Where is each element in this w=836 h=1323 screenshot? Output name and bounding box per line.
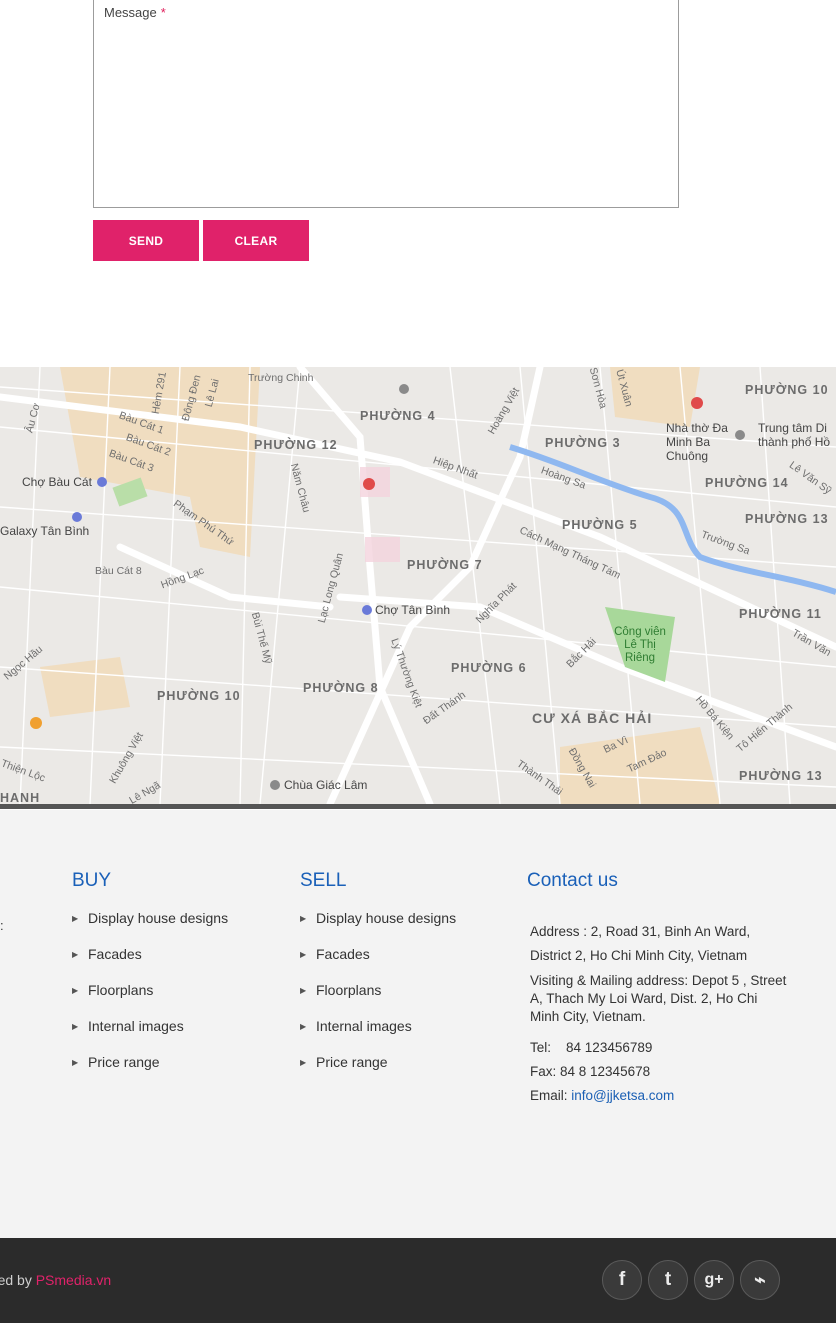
credit-text: gned by (0, 1272, 32, 1288)
email-link[interactable]: info@jjketsa.com (571, 1088, 674, 1103)
bullet-icon: ▶ (300, 950, 307, 959)
psmedia-link[interactable]: PSmedia.vn (36, 1272, 111, 1288)
sell-link[interactable]: ▶ Internal images (300, 1018, 456, 1054)
map-district-label: PHƯỜNG 10 (157, 689, 241, 703)
sell-link-label[interactable]: Facades (316, 946, 370, 962)
required-mark: * (160, 5, 166, 20)
bullet-icon: ▶ (72, 1058, 79, 1067)
tel-value: 84 123456789 (566, 1040, 653, 1055)
email-label: Email: (530, 1088, 568, 1103)
contact-tel: Tel: 84 123456789 (530, 1036, 790, 1060)
map-district-label: PHƯỜNG 8 (303, 681, 379, 695)
map-street-label: Bàu Cát 8 (95, 565, 142, 577)
sell-link[interactable]: ▶ Display house designs (300, 910, 456, 946)
sell-links: ▶ Display house designs ▶ Facades ▶ Floorpl… (300, 910, 456, 1090)
buy-link-label[interactable]: Floorplans (88, 982, 153, 998)
map-district-label: PHƯỜNG 13 (739, 769, 823, 783)
map-district-label: HANH (0, 791, 41, 804)
map-district-label: PHƯỜNG 14 (705, 476, 789, 490)
bullet-icon: ▶ (72, 1022, 79, 1031)
park-label[interactable]: Công viên Lê Thị Riêng (612, 626, 668, 665)
bullet-icon: ▶ (72, 950, 79, 959)
buy-link-label[interactable]: Facades (88, 946, 142, 962)
google-plus-icon[interactable]: g+ (694, 1260, 734, 1300)
send-button[interactable]: SEND (93, 220, 199, 261)
sell-link-label[interactable]: Internal images (316, 1018, 412, 1034)
sell-link-label[interactable]: Display house designs (316, 910, 456, 926)
contact-info: Address : 2, Road 31, Binh An Ward, Dist… (530, 920, 790, 1108)
contact-page: Message * SEND CLEAR PHƯỜNG 4 PHƯỜNG 12 … (0, 0, 836, 1323)
map-poi-label[interactable]: Nhà thờ Đa Minh Ba Chuông (666, 421, 738, 463)
twitter-icon[interactable]: t (648, 1260, 688, 1300)
clear-button[interactable]: CLEAR (203, 220, 309, 261)
bullet-icon: ▶ (72, 986, 79, 995)
site-footer: : BUY ▶ Display house designs ▶ Facades ▶ F… (0, 810, 836, 1238)
contact-email: Email: info@jjketsa.com (530, 1084, 790, 1108)
contact-address: Address : 2, Road 31, Binh An Ward, Dist… (530, 924, 751, 963)
bottom-bar: gned by PSmedia.vn f t g+ ⌁ (0, 1238, 836, 1323)
buy-link[interactable]: ▶ Facades (72, 946, 228, 982)
buy-link[interactable]: ▶ Floorplans (72, 982, 228, 1018)
tel-label: Tel: (530, 1040, 552, 1055)
buy-link[interactable]: ▶ Display house designs (72, 910, 228, 946)
map-district-label: PHƯỜNG 3 (545, 436, 621, 450)
location-map[interactable]: PHƯỜNG 4 PHƯỜNG 12 PHƯỜNG 3 PHƯỜNG 14 PH… (0, 367, 836, 804)
buy-heading: BUY (72, 870, 112, 891)
buy-links: ▶ Display house designs ▶ Facades ▶ Floorpl… (72, 910, 228, 1090)
bullet-icon: ▶ (300, 1058, 307, 1067)
clipped-text: : (0, 918, 4, 933)
sell-link[interactable]: ▶ Floorplans (300, 982, 456, 1018)
facebook-icon[interactable]: f (602, 1260, 642, 1300)
bullet-icon: ▶ (300, 986, 307, 995)
map-poi-label[interactable]: Trung tâm Di thành phố Hồ (758, 421, 836, 449)
map-poi-label[interactable]: Chợ Tân Bình (375, 603, 450, 617)
map-district-label: PHƯỜNG 12 (254, 438, 338, 452)
message-textarea[interactable] (102, 25, 670, 199)
map-divider (0, 804, 836, 809)
buy-link-label[interactable]: Internal images (88, 1018, 184, 1034)
buy-link[interactable]: ▶ Price range (72, 1054, 228, 1090)
map-street-label: Trường Chinh (248, 372, 314, 384)
buy-link-label[interactable]: Display house designs (88, 910, 228, 926)
sell-link[interactable]: ▶ Price range (300, 1054, 456, 1090)
bullet-icon: ▶ (72, 914, 79, 923)
buy-link[interactable]: ▶ Internal images (72, 1018, 228, 1054)
sell-link-label[interactable]: Price range (316, 1054, 388, 1070)
contact-fax: Fax: 84 8 12345678 (530, 1064, 651, 1079)
map-district-label: PHƯỜNG 10 (745, 383, 829, 397)
message-label-text: Message (104, 5, 157, 20)
buy-link-label[interactable]: Price range (88, 1054, 160, 1070)
map-district-label: PHƯỜNG 11 (739, 607, 822, 621)
message-field[interactable]: Message * (93, 0, 679, 208)
map-district-label: PHƯỜNG 7 (407, 558, 483, 572)
map-poi-label[interactable]: Chợ Bàu Cát (22, 475, 92, 489)
bullet-icon: ▶ (300, 1022, 307, 1031)
sell-heading: SELL (300, 870, 347, 891)
sell-link-label[interactable]: Floorplans (316, 982, 381, 998)
map-district-label: PHƯỜNG 5 (562, 518, 638, 532)
contact-heading: Contact us (527, 870, 618, 891)
rss-icon[interactable]: ⌁ (740, 1260, 780, 1300)
map-district-label: CƯ XÁ BẮC HẢI (532, 710, 653, 726)
map-poi-label[interactable]: Chùa Giác Lâm (284, 778, 367, 792)
map-district-label: PHƯỜNG 13 (745, 512, 829, 526)
bullet-icon: ▶ (300, 914, 307, 923)
map-district-label: PHƯỜNG 4 (360, 409, 436, 423)
map-district-label: PHƯỜNG 6 (451, 661, 527, 675)
contact-mailing-address: Visiting & Mailing address: Depot 5 , St… (530, 973, 787, 1024)
sell-link[interactable]: ▶ Facades (300, 946, 456, 982)
designer-credit: gned by PSmedia.vn (0, 1272, 111, 1288)
map-poi-label[interactable]: Galaxy Tân Bình (0, 524, 89, 538)
message-label: Message * (104, 5, 166, 20)
